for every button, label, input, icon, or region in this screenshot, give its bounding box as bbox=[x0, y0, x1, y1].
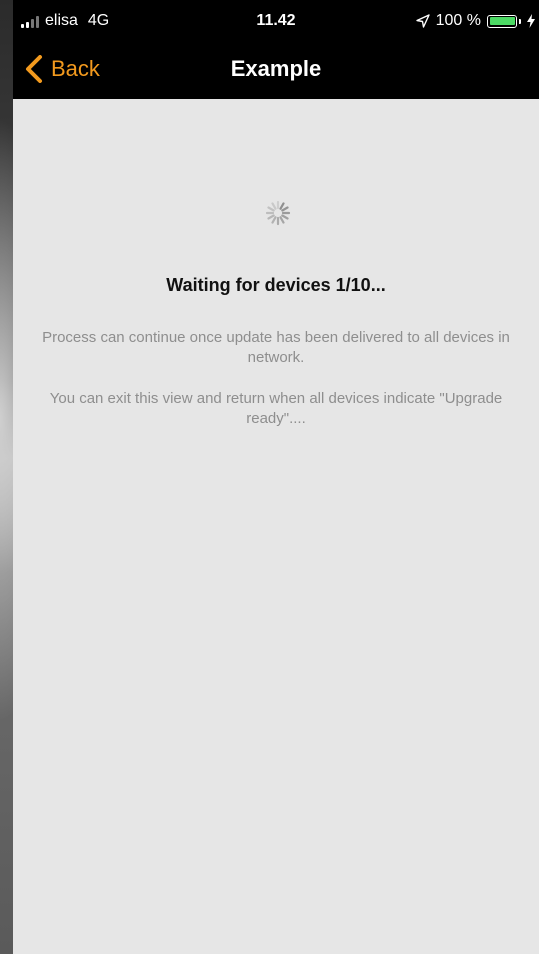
battery-cap bbox=[519, 18, 521, 24]
battery-icon bbox=[487, 14, 517, 28]
status-bar: elisa 4G 11.42 100 % bbox=[13, 0, 539, 40]
process-message: Process can continue once update has bee… bbox=[42, 329, 510, 366]
spinner-tick bbox=[267, 214, 275, 220]
loading-spinner-icon bbox=[265, 200, 291, 226]
spinner-tick bbox=[267, 206, 275, 212]
exit-view-message: You can exit this view and return when a… bbox=[49, 390, 503, 427]
nav-title: Example bbox=[230, 56, 322, 81]
battery-level-fill bbox=[489, 17, 515, 25]
spinner-tick bbox=[271, 202, 277, 210]
status-right: 100 % bbox=[415, 12, 535, 30]
navigation-bar: Back Example bbox=[13, 40, 539, 99]
spinner-tick bbox=[271, 216, 277, 224]
waiting-status-title: Waiting for devices 1/10... bbox=[166, 275, 386, 295]
charging-bolt-icon bbox=[527, 14, 535, 28]
battery-percent-label: 100 % bbox=[435, 12, 481, 29]
spinner-tick bbox=[281, 206, 289, 212]
spinner-tick bbox=[279, 216, 285, 224]
phone-screen: elisa 4G 11.42 100 % Back Example Waitin… bbox=[13, 0, 539, 954]
spinner-tick bbox=[279, 202, 285, 210]
location-arrow-icon bbox=[415, 14, 430, 28]
spinner-tick bbox=[281, 214, 289, 220]
